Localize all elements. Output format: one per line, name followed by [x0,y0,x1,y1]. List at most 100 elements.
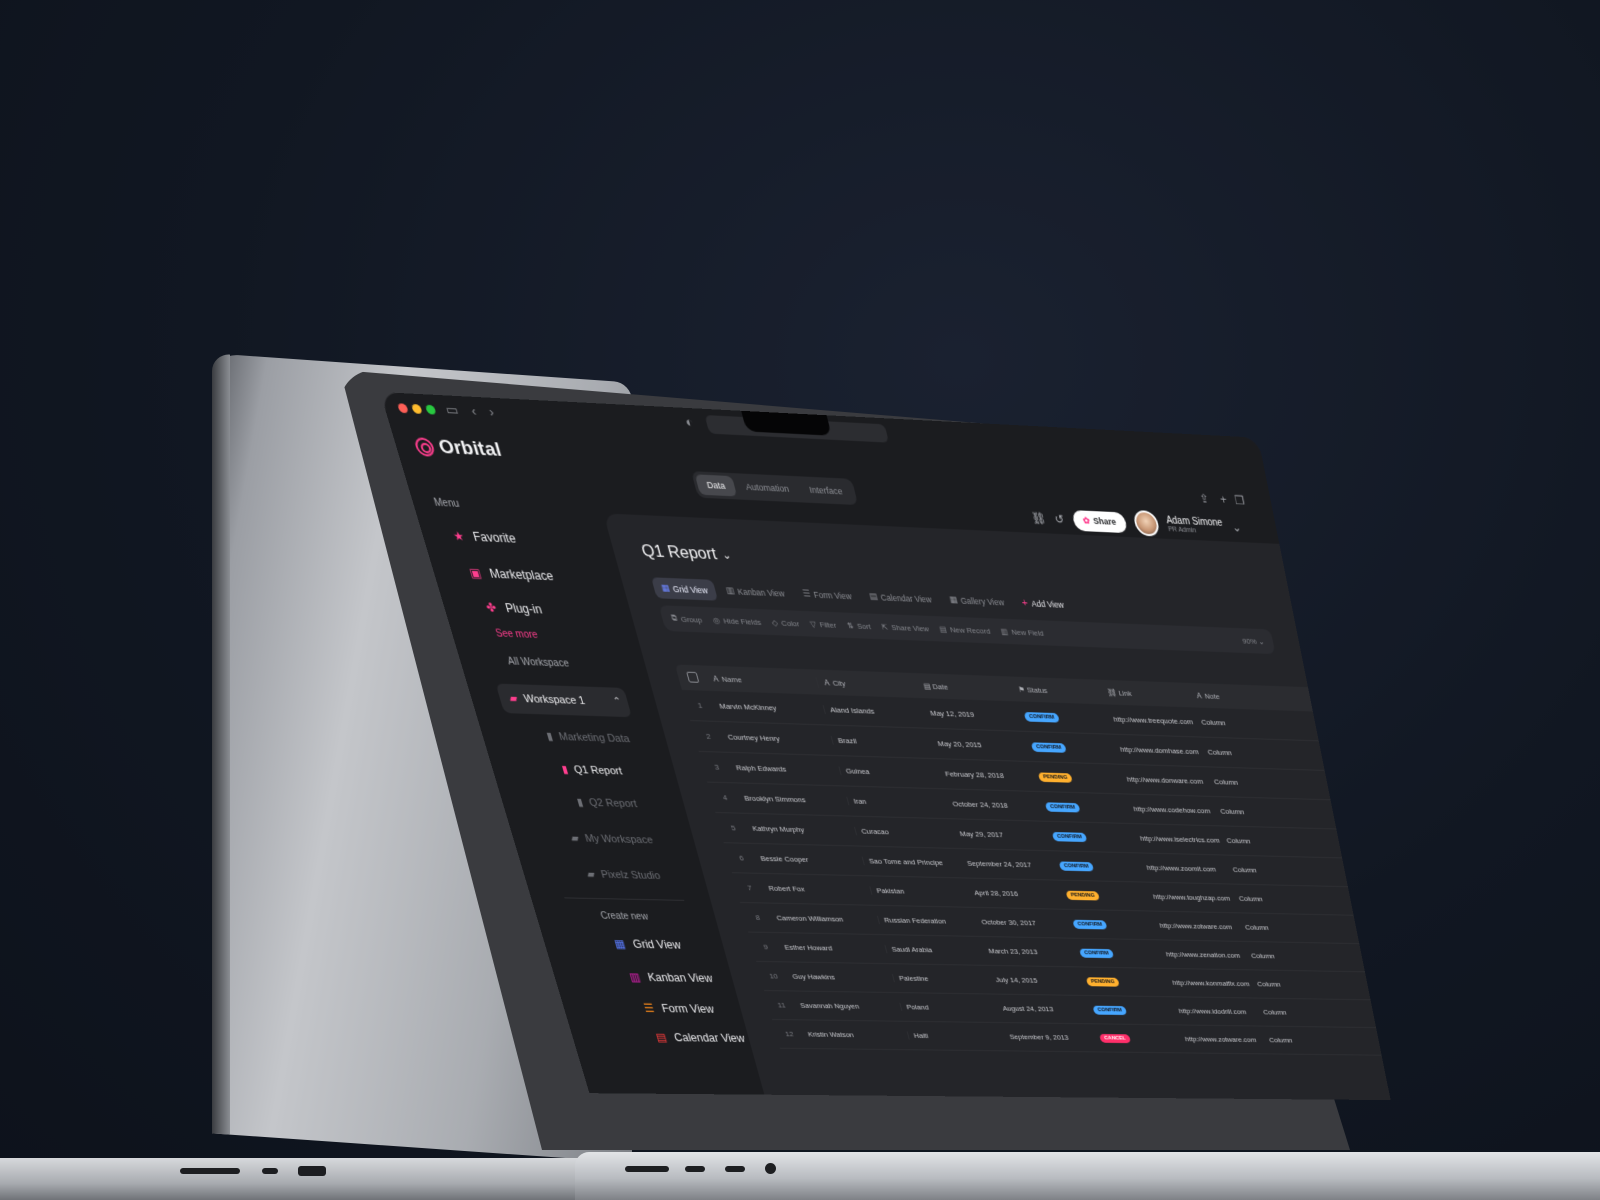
name-cell[interactable]: Kathryn Murphy [746,824,857,835]
city-cell[interactable]: Aland Islands [824,705,926,717]
link-cell[interactable]: http://www.zotware.com [1179,1035,1265,1044]
forward-icon[interactable]: › [487,404,496,420]
note-cell[interactable]: Column [1214,807,1267,817]
link-cell[interactable]: http://www.zenation.com [1160,950,1247,960]
note-cell[interactable]: Column [1239,923,1292,932]
hide-fields-button[interactable]: ◎ Hide Fields [712,616,762,627]
create-grid-view[interactable]: ▦ Grid View [613,937,683,951]
city-cell[interactable]: Saudi Arabia [885,945,984,955]
filter-button[interactable]: ▽ Filter [809,619,837,629]
close-window-button[interactable] [397,403,409,413]
tab-kanban-view[interactable]: ▥ Kanban View [716,580,794,604]
name-cell[interactable]: Ralph Edwards [729,763,841,775]
link-icon[interactable]: ⛓ [1030,511,1047,526]
name-cell[interactable]: Brooklyn Simmons [738,794,850,806]
see-more-link[interactable]: See more [495,628,540,641]
link-cell[interactable]: http://www.zotware.com [1154,921,1241,931]
color-button[interactable]: ◇ Color [771,618,801,628]
create-kanban-view[interactable]: ▥ Kanban View [628,971,714,985]
sidebar-item-favorite[interactable]: ★ Favorite [450,529,518,546]
date-cell[interactable]: October 24, 2018 [946,800,1041,811]
column-header-status[interactable]: ⚑ Status [1012,685,1103,697]
new-tab-icon[interactable]: + [1219,493,1228,507]
tab-gallery-view[interactable]: ▦ Gallery View [940,589,1014,612]
date-cell[interactable]: July 14, 2015 [990,976,1083,986]
note-cell[interactable]: Column [1195,718,1249,728]
note-cell[interactable]: Column [1208,777,1262,787]
tab-calendar-view[interactable]: ▤ Calendar View [860,586,941,610]
date-cell[interactable]: March 23, 2013 [982,947,1075,957]
name-cell[interactable]: Robert Fox [762,884,872,895]
date-cell[interactable]: October 30, 2017 [975,918,1069,928]
select-all-cell[interactable] [677,671,709,685]
name-cell[interactable]: Esther Howard [778,943,887,953]
date-cell[interactable]: February 28, 2018 [939,769,1035,780]
tabs-icon[interactable]: ❐ [1233,493,1245,507]
city-cell[interactable]: Russian Federation [878,916,977,926]
sidebar-item-plugin[interactable]: ✤ Plug-in [482,600,543,616]
tab-grid-view[interactable]: ▦ Grid View [651,577,718,600]
sort-button[interactable]: ⇅ Sort [846,621,872,631]
column-header-note[interactable]: Ａ Note [1189,690,1244,702]
status-cell[interactable]: CONFIRM [1074,948,1162,959]
link-cell[interactable]: http://www.domhase.com [1114,745,1203,756]
link-cell[interactable]: http://www.donware.com [1121,775,1210,786]
segment-interface[interactable]: Interface [798,479,855,502]
minimize-window-button[interactable] [411,404,423,414]
status-cell[interactable]: CONFIRM [1067,919,1156,931]
column-header-link[interactable]: ⛓ Link [1101,688,1191,700]
date-cell[interactable]: May 20, 2015 [931,739,1027,750]
workspace-1[interactable]: ▰ Workspace 1 [507,692,586,707]
status-cell[interactable]: CONFIRM [1039,801,1129,814]
date-cell[interactable]: May 29, 2017 [954,829,1049,840]
note-cell[interactable]: Column [1245,952,1297,961]
share-view-button[interactable]: ⇱ Share View [880,622,929,633]
city-cell[interactable]: Brazil [832,736,934,748]
city-cell[interactable]: Palestine [893,974,992,984]
link-cell[interactable]: http://www.idodrill.com [1173,1007,1259,1016]
add-view-button[interactable]: + Add View [1021,597,1065,610]
link-cell[interactable]: http://www.zoomit.com [1141,863,1229,873]
workspace-my-workspace[interactable]: ▰ My Workspace [569,832,654,846]
avatar[interactable] [1132,510,1161,537]
status-cell[interactable]: CONFIRM [1018,711,1109,724]
sidebar-item-marketplace[interactable]: ▣ Marketplace [466,566,554,584]
link-cell[interactable]: http://www.iselectrics.com [1134,834,1222,844]
status-cell[interactable]: CANCEL [1094,1033,1181,1044]
city-cell[interactable]: Haiti [908,1032,1006,1041]
history-icon[interactable]: ↺ [1053,512,1065,526]
date-cell[interactable]: September 24, 2017 [961,859,1056,869]
status-cell[interactable]: PENDING [1080,976,1168,987]
status-cell[interactable]: CONFIRM [1025,741,1116,754]
link-cell[interactable]: http://www.toughzap.com [1147,893,1235,903]
sidebar-toggle-icon[interactable]: ▭ [444,402,461,419]
link-cell[interactable]: http://www.codehow.com [1127,805,1216,816]
segment-automation[interactable]: Automation [734,476,801,499]
name-cell[interactable]: Savannah Nguyen [794,1001,902,1011]
city-cell[interactable]: Iran [847,797,948,808]
city-cell[interactable]: Pakistan [870,886,970,896]
note-cell[interactable]: Column [1263,1036,1315,1044]
workspace-item-marketing-data[interactable]: ▮ Marketing Data [545,730,631,745]
date-cell[interactable]: April 28, 2016 [968,889,1062,899]
new-field-button[interactable]: ▥ New Field [1000,627,1045,637]
note-cell[interactable]: Column [1221,836,1274,846]
column-header-name[interactable]: Ａ Name [705,673,819,688]
page-title[interactable]: Q1 Report ⌄ [639,541,733,565]
city-cell[interactable]: Poland [900,1003,998,1012]
workspace-item-q1-report[interactable]: ▮ Q1 Report [560,763,623,777]
back-icon[interactable]: ‹ [469,403,478,419]
segment-data[interactable]: Data [695,474,737,496]
status-cell[interactable]: PENDING [1032,771,1123,784]
link-cell[interactable]: http://www.treequote.com [1107,715,1197,726]
status-cell[interactable]: CONFIRM [1087,1005,1175,1016]
column-header-date[interactable]: ▤ Date [917,681,1014,693]
status-cell[interactable]: PENDING [1060,890,1149,902]
date-cell[interactable]: August 24, 2013 [997,1004,1090,1013]
city-cell[interactable]: Sao Tome and Principe [863,857,963,868]
note-cell[interactable]: Column [1233,894,1286,903]
name-cell[interactable]: Cameron Williamson [770,914,880,924]
chevron-down-icon[interactable]: ⌄ [1231,520,1243,534]
zoom-select[interactable]: 90% ⌄ [1242,636,1266,645]
date-cell[interactable]: May 12, 2019 [924,709,1021,721]
